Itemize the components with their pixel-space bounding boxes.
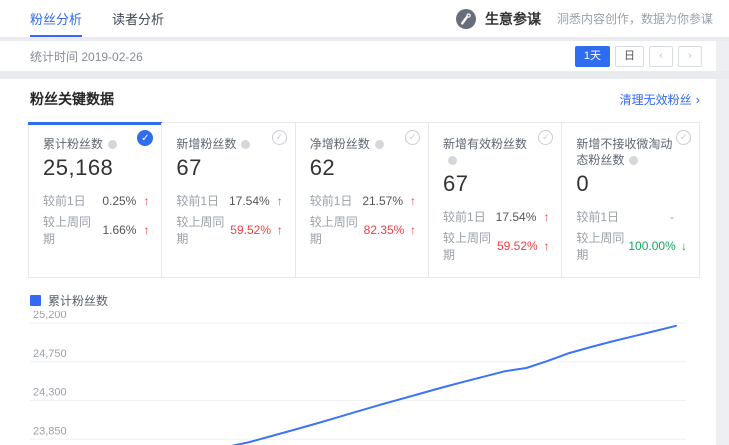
svg-text:23,850: 23,850 [33, 425, 67, 437]
card-title: 新增有效粉丝数 [443, 137, 527, 151]
stat-time-text: 统计时间 2019-02-26 [30, 48, 143, 65]
trend-up-icon: ↑ [136, 194, 149, 208]
top-nav-bar: 粉丝分析 读者分析 生意参谋 洞悉内容创作，数据为你参谋 [0, 0, 729, 37]
check-circle-icon[interactable]: ✓ [272, 130, 287, 145]
trend-up-icon: ↑ [404, 223, 416, 237]
trend-up-icon: ↑ [538, 239, 550, 253]
svg-text:25,200: 25,200 [33, 311, 67, 321]
trend-value: 21.57% [362, 194, 403, 208]
trend-label: 较上周同期 [576, 229, 628, 263]
trend-row: 较上周同期 59.52% ↑ [443, 229, 549, 263]
info-dot-icon[interactable] [241, 140, 250, 149]
brand-slogan: 洞悉内容创作，数据为你参谋 [557, 10, 713, 27]
trend-label: 较前1日 [443, 208, 486, 225]
check-circle-icon[interactable]: ✓ [405, 130, 420, 145]
date-controls: 1天 日 ‹ › [575, 46, 702, 67]
trend-label: 较上周同期 [176, 213, 230, 247]
fans-trend-chart: 23,40023,85024,30024,75025,20001-2801-31… [14, 311, 702, 445]
info-dot-icon[interactable] [108, 140, 117, 149]
trend-row: 较前1日 21.57% ↑ [310, 192, 416, 209]
brand-area: 生意参谋 洞悉内容创作，数据为你参谋 [455, 0, 729, 37]
stat-time-toolbar: 统计时间 2019-02-26 1天 日 ‹ › [0, 41, 716, 71]
card-title: 新增不接收微淘动态粉丝数 [576, 137, 672, 167]
trend-row: 较上周同期 59.52% ↑ [176, 213, 282, 247]
trend-up-icon: ↑ [270, 194, 283, 208]
stat-date-value: 2019-02-26 [81, 50, 142, 64]
card-title: 累计粉丝数 [43, 137, 103, 151]
trend-row: 较上周同期 82.35% ↑ [310, 213, 416, 247]
legend-label: 累计粉丝数 [48, 292, 108, 309]
card-value: 25,168 [43, 155, 149, 181]
trend-label: 较前1日 [176, 192, 219, 209]
range-1day-button[interactable]: 1天 [575, 46, 610, 67]
section-title: 粉丝关键数据 [30, 89, 114, 109]
brand-name: 生意参谋 [485, 9, 541, 29]
check-circle-icon[interactable]: ✓ [538, 130, 553, 145]
trend-label: 较上周同期 [43, 213, 102, 247]
trend-value: 17.54% [496, 210, 537, 224]
clean-invalid-fans-link[interactable]: 清理无效粉丝 › [620, 91, 700, 108]
card-new-valid-fans[interactable]: ✓ 新增有效粉丝数 67 较前1日 17.54% ↑ 较上周同期 59.52% … [428, 123, 561, 277]
trend-down-icon: ↓ [676, 239, 687, 253]
trend-value: 0.25% [102, 194, 136, 208]
clean-link-label: 清理无效粉丝 [620, 91, 692, 108]
trend-value: 59.52% [497, 239, 538, 253]
card-value: 62 [310, 155, 416, 181]
trend-label: 较上周同期 [443, 229, 497, 263]
separator [0, 71, 729, 79]
tab-reader-analysis[interactable]: 读者分析 [112, 0, 164, 37]
trend-value: 100.00% [628, 239, 675, 253]
legend-swatch-icon [30, 295, 41, 306]
trend-label: 较前1日 [43, 192, 86, 209]
trend-value: 59.52% [230, 223, 271, 237]
stat-time-label: 统计时间 [30, 50, 78, 64]
next-day-button[interactable]: › [678, 46, 702, 67]
prev-day-button[interactable]: ‹ [649, 46, 673, 67]
trend-up-icon: ↑ [403, 194, 416, 208]
trend-label: 较上周同期 [310, 213, 364, 247]
check-circle-icon[interactable]: ✓ [676, 130, 691, 145]
tab-fan-analysis[interactable]: 粉丝分析 [30, 0, 82, 37]
trend-value: - [670, 210, 674, 224]
info-dot-icon[interactable] [448, 156, 457, 165]
day-picker-button[interactable]: 日 [615, 46, 644, 67]
chart-legend: 累计粉丝数 [30, 292, 702, 309]
chevron-right-icon: › [696, 92, 700, 107]
card-total-fans[interactable]: ✓ 累计粉丝数 25,168 较前1日 0.25% ↑ 较上周同期 1.66% … [29, 123, 161, 277]
fan-key-data-panel: 粉丝关键数据 清理无效粉丝 › ✓ 累计粉丝数 25,168 较前1日 0.25… [0, 79, 716, 445]
card-title: 净增粉丝数 [310, 137, 370, 151]
trend-up-icon: ↑ [136, 223, 149, 237]
card-value: 67 [443, 171, 549, 197]
sycm-logo-icon [455, 8, 477, 30]
trend-row: 较前1日 17.54% ↑ [176, 192, 282, 209]
trend-row: 较上周同期 1.66% ↑ [43, 213, 149, 247]
trend-label: 较前1日 [310, 192, 353, 209]
trend-up-icon: ↑ [271, 223, 283, 237]
trend-row: 较前1日 17.54% ↑ [443, 208, 549, 225]
trend-value: 82.35% [364, 223, 405, 237]
trend-row: 较前1日 0.25% ↑ [43, 192, 149, 209]
card-value: 0 [576, 171, 687, 197]
trend-label: 较前1日 [576, 208, 619, 225]
trend-value: 1.66% [102, 223, 136, 237]
info-dot-icon[interactable] [629, 156, 638, 165]
svg-text:24,300: 24,300 [33, 387, 67, 399]
svg-text:24,750: 24,750 [33, 348, 67, 360]
card-new-fans[interactable]: ✓ 新增粉丝数 67 较前1日 17.54% ↑ 较上周同期 59.52% ↑ [161, 123, 294, 277]
check-circle-selected-icon[interactable]: ✓ [137, 130, 153, 146]
nav-tabs: 粉丝分析 读者分析 [30, 0, 164, 37]
card-new-no-weitao-fans[interactable]: ✓ 新增不接收微淘动态粉丝数 0 较前1日 - 较上周同期 100.00% ↓ [561, 123, 699, 277]
card-value: 67 [176, 155, 282, 181]
trend-value: 17.54% [229, 194, 270, 208]
card-title: 新增粉丝数 [176, 137, 236, 151]
info-dot-icon[interactable] [375, 140, 384, 149]
stat-cards-row: ✓ 累计粉丝数 25,168 较前1日 0.25% ↑ 较上周同期 1.66% … [28, 122, 700, 278]
trend-up-icon: ↑ [536, 210, 549, 224]
trend-row: 较上周同期 100.00% ↓ [576, 229, 687, 263]
card-net-new-fans[interactable]: ✓ 净增粉丝数 62 较前1日 21.57% ↑ 较上周同期 82.35% ↑ [295, 123, 428, 277]
line-chart-canvas: 23,40023,85024,30024,75025,20001-2801-31… [14, 311, 702, 445]
trend-row: 较前1日 - [576, 208, 687, 225]
